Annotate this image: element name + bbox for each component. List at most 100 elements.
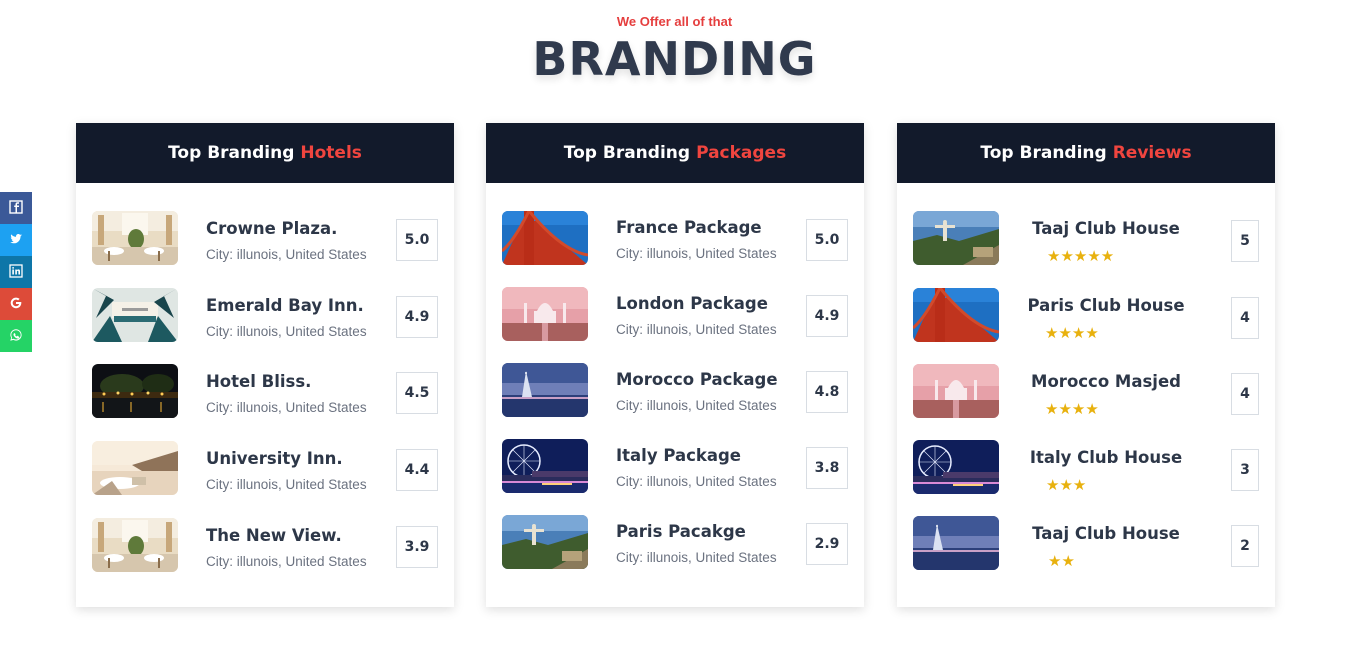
package-name[interactable]: Italy Package [616,446,741,465]
card-title-accent: Reviews [1112,143,1192,163]
card-title-accent: Hotels [300,143,362,163]
social-share-bar [0,192,32,352]
package-item[interactable]: London Package City: illunois, United St… [502,287,848,343]
hotel-thumbnail[interactable] [92,518,178,572]
package-city: City: illunois, United States [616,322,777,337]
hotel-item[interactable]: Hotel Bliss. City: illunois, United Stat… [92,364,438,420]
hotel-name[interactable]: Emerald Bay Inn. [206,296,364,315]
rating-badge: 4.5 [396,372,438,414]
hotels-card-header: Top Branding Hotels [76,123,454,183]
rating-badge: 4 [1231,373,1259,415]
hotel-item[interactable]: University Inn. City: illunois, United S… [92,441,438,497]
linkedin-icon [9,263,23,281]
hotel-thumbnail[interactable] [92,441,178,495]
review-item[interactable]: Italy Club House ★★★ 3 [913,440,1259,496]
review-thumbnail[interactable] [913,440,999,494]
google-share-button[interactable] [0,288,32,320]
rating-badge: 3.9 [396,526,438,568]
review-item[interactable]: Paris Club House ★★★★ 4 [913,288,1259,344]
packages-card-header: Top Branding Packages [486,123,864,183]
package-item[interactable]: Italy Package City: illunois, United Sta… [502,439,848,495]
hotel-city: City: illunois, United States [206,554,367,569]
hotel-item[interactable]: The New View. City: illunois, United Sta… [92,518,438,574]
section-title: BRANDING [532,32,817,86]
package-name[interactable]: France Package [616,218,762,237]
card-title: Top Branding [563,143,691,163]
package-name[interactable]: Morocco Package [616,370,778,389]
card-title: Top Branding [980,143,1107,163]
rating-badge: 3 [1231,449,1259,491]
google-icon [9,296,23,313]
reviews-card: Top Branding Reviews Taaj Club House ★★★… [897,123,1275,607]
review-thumbnail[interactable] [913,364,999,418]
hotel-city: City: illunois, United States [206,400,367,415]
review-name[interactable]: Taaj Club House [1015,219,1197,238]
hotels-card: Top Branding Hotels Crowne Plaza. City: … [76,123,454,607]
hotel-name[interactable]: University Inn. [206,449,343,468]
rating-badge: 4.9 [806,295,848,337]
card-title: Top Branding [168,143,295,163]
package-thumbnail[interactable] [502,515,588,569]
review-item[interactable]: Taaj Club House ★★ 2 [913,516,1259,572]
reviews-card-header: Top Branding Reviews [897,123,1275,183]
package-thumbnail[interactable] [502,363,588,417]
package-thumbnail[interactable] [502,287,588,341]
rating-badge: 5.0 [806,219,848,261]
rating-badge: 3.8 [806,447,848,489]
hotel-name[interactable]: Crowne Plaza. [206,219,337,238]
hotel-item[interactable]: Crowne Plaza. City: illunois, United Sta… [92,211,438,267]
package-city: City: illunois, United States [616,550,777,565]
hotel-thumbnail[interactable] [92,211,178,265]
rating-badge: 4 [1231,297,1259,339]
hotel-item[interactable]: Emerald Bay Inn. City: illunois, United … [92,288,438,344]
review-name[interactable]: Italy Club House [1015,448,1197,467]
package-name[interactable]: Paris Pacakge [616,522,746,541]
hotel-city: City: illunois, United States [206,247,367,262]
star-rating: ★★★★★ [1047,247,1115,265]
package-city: City: illunois, United States [616,474,777,489]
review-thumbnail[interactable] [913,516,999,570]
rating-badge: 4.9 [396,296,438,338]
review-thumbnail[interactable] [913,211,999,265]
rating-badge: 2 [1231,525,1259,567]
facebook-share-button[interactable] [0,192,32,224]
hotel-city: City: illunois, United States [206,477,367,492]
whatsapp-icon [9,328,23,345]
hotel-name[interactable]: Hotel Bliss. [206,372,311,391]
review-thumbnail[interactable] [913,288,999,342]
review-name[interactable]: Taaj Club House [1015,524,1197,543]
package-name[interactable]: London Package [616,294,768,313]
star-rating: ★★★ [1046,476,1087,494]
rating-badge: 4.4 [396,449,438,491]
section-eyebrow: We Offer all of that [616,14,733,29]
package-item[interactable]: Morocco Package City: illunois, United S… [502,363,848,419]
whatsapp-share-button[interactable] [0,320,32,352]
rating-badge: 5.0 [396,219,438,261]
rating-badge: 2.9 [806,523,848,565]
rating-badge: 4.8 [806,371,848,413]
review-item[interactable]: Taaj Club House ★★★★★ 5 [913,211,1259,267]
twitter-icon [9,232,23,249]
review-name[interactable]: Paris Club House [1015,296,1197,315]
facebook-icon [9,199,23,217]
package-city: City: illunois, United States [616,398,777,413]
card-title-accent: Packages [696,143,787,163]
twitter-share-button[interactable] [0,224,32,256]
hotel-city: City: illunois, United States [206,324,367,339]
package-item[interactable]: France Package City: illunois, United St… [502,211,848,267]
star-rating: ★★★★ [1045,400,1099,418]
hotel-thumbnail[interactable] [92,288,178,342]
hotel-thumbnail[interactable] [92,364,178,418]
package-city: City: illunois, United States [616,246,777,261]
star-rating: ★★★★ [1045,324,1099,342]
hotel-name[interactable]: The New View. [206,526,342,545]
star-rating: ★★ [1048,552,1075,570]
review-name[interactable]: Morocco Masjed [1015,372,1197,391]
linkedin-share-button[interactable] [0,256,32,288]
rating-badge: 5 [1231,220,1259,262]
packages-card: Top Branding Packages France Package Cit… [486,123,864,607]
package-thumbnail[interactable] [502,439,588,493]
package-thumbnail[interactable] [502,211,588,265]
package-item[interactable]: Paris Pacakge City: illunois, United Sta… [502,515,848,571]
review-item[interactable]: Morocco Masjed ★★★★ 4 [913,364,1259,420]
